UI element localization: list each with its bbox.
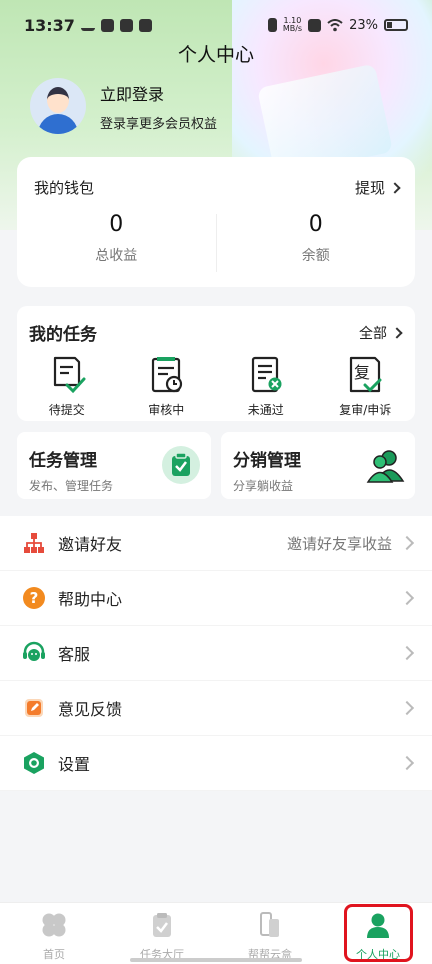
- document-x-icon: [251, 356, 282, 393]
- wifi-icon: [327, 18, 343, 31]
- tab-cloud-box[interactable]: 帮帮云盒: [216, 903, 324, 964]
- svg-text:复: 复: [354, 363, 370, 382]
- user-icon: [367, 913, 389, 938]
- task-appeal[interactable]: 复 复审/申诉: [316, 355, 416, 418]
- settings-menu: 邀请好友 邀请好友享收益 ? 帮助中心 客服 意见反馈 设置: [0, 516, 432, 791]
- clover-icon: [42, 913, 66, 937]
- task-appeal-label: 复审/申诉: [339, 403, 392, 417]
- profile-login[interactable]: 立即登录 登录享更多会员权益: [30, 78, 217, 134]
- task-pending-submit-label: 待提交: [48, 403, 85, 417]
- menu-help-center[interactable]: ? 帮助中心: [0, 571, 432, 626]
- document-check-icon: [53, 356, 86, 394]
- headset-icon: [23, 641, 45, 661]
- menu-settings[interactable]: 设置: [0, 736, 432, 791]
- chevron-right-icon: [389, 181, 401, 194]
- network-speed-unit: MB/s: [282, 24, 303, 33]
- task-pending-submit[interactable]: 待提交: [17, 355, 117, 418]
- task-rejected[interactable]: 未通过: [216, 355, 316, 418]
- wallet-title: 我的钱包: [34, 179, 95, 197]
- menu-customer-service[interactable]: 客服: [0, 626, 432, 681]
- tab-profile-label: 个人中心: [356, 948, 400, 961]
- tab-profile[interactable]: 个人中心: [324, 903, 432, 964]
- menu-customer-service-label: 客服: [58, 645, 91, 664]
- menu-invite-friends-label: 邀请好友: [58, 535, 123, 554]
- my-tasks-card: 我的任务 全部 待提交 审核中 未通过 复 复审/申诉: [17, 306, 415, 421]
- page-title: 个人中心: [177, 44, 254, 66]
- clipboard-check-icon: [162, 446, 200, 484]
- clipboard-icon: [153, 913, 171, 937]
- tasks-all-button[interactable]: 全部: [359, 323, 403, 343]
- task-management-card[interactable]: 任务管理 发布、管理任务: [17, 432, 211, 499]
- balance[interactable]: 0 余额: [217, 212, 416, 272]
- gear-icon: [24, 752, 44, 774]
- wallet-card: 我的钱包 提现 0 总收益 0 余额: [17, 157, 415, 287]
- chevron-right-icon: [399, 700, 415, 716]
- chevron-right-icon: [391, 326, 403, 339]
- menu-settings-label: 设置: [58, 755, 91, 774]
- chevron-right-icon: [399, 755, 415, 771]
- menu-feedback[interactable]: 意见反馈: [0, 681, 432, 736]
- menu-invite-friends[interactable]: 邀请好友 邀请好友享收益: [0, 516, 432, 571]
- media-notification-icon: [119, 18, 133, 32]
- org-chart-icon: [24, 533, 44, 553]
- login-link[interactable]: 立即登录: [100, 81, 217, 105]
- tab-home[interactable]: 首页: [0, 903, 108, 964]
- withdraw-label: 提现: [354, 179, 385, 197]
- task-reviewing-label: 审核中: [148, 403, 185, 417]
- document-review-icon: 复: [350, 356, 382, 393]
- menu-help-center-label: 帮助中心: [58, 590, 123, 609]
- status-time: 13:37: [24, 15, 75, 35]
- tasks-title: 我的任务: [29, 325, 97, 345]
- tasks-all-label: 全部: [359, 325, 387, 342]
- task-rejected-label: 未通过: [247, 403, 284, 417]
- task-reviewing[interactable]: 审核中: [117, 355, 217, 418]
- chevron-right-icon: [399, 535, 415, 551]
- login-subtitle: 登录享更多会员权益: [100, 116, 218, 132]
- question-icon: ?: [23, 587, 45, 609]
- crown-icon: [80, 19, 95, 31]
- message-notification-icon: [138, 18, 152, 32]
- chevron-right-icon: [399, 590, 415, 606]
- svg-text:?: ?: [30, 589, 39, 607]
- total-earnings-label: 总收益: [95, 248, 138, 264]
- phone-box-icon: [260, 912, 279, 937]
- app-notification-icon: [100, 18, 114, 32]
- edit-icon: [25, 699, 43, 717]
- bottom-tab-bar: 首页 任务大厅 帮帮云盒 个人中心: [0, 902, 432, 964]
- menu-invite-friends-hint: 邀请好友享收益: [286, 534, 392, 553]
- battery-percent: 23%: [349, 17, 378, 33]
- status-bar: 13:37 1.10 MB/s 23%: [24, 14, 408, 36]
- menu-feedback-label: 意见反馈: [58, 700, 123, 719]
- total-earnings-value: 0: [109, 212, 124, 237]
- chevron-right-icon: [399, 645, 415, 661]
- distribution-management-card[interactable]: 分销管理 分享躺收益: [221, 432, 415, 499]
- users-icon: [366, 450, 405, 483]
- balance-label: 余额: [301, 248, 330, 264]
- home-indicator: [130, 958, 302, 962]
- balance-value: 0: [308, 212, 323, 237]
- avatar[interactable]: [30, 78, 86, 134]
- battery-icon: [384, 19, 408, 31]
- withdraw-button[interactable]: 提现: [354, 177, 401, 198]
- vibrate-icon: [267, 18, 277, 32]
- document-clock-icon: [152, 357, 183, 393]
- tab-home-label: 首页: [43, 948, 65, 961]
- network-speed: 1.10 MB/s: [283, 17, 302, 33]
- total-earnings[interactable]: 0 总收益: [17, 212, 216, 272]
- sim-off-icon: [308, 18, 322, 32]
- tab-task-hall[interactable]: 任务大厅: [108, 903, 216, 964]
